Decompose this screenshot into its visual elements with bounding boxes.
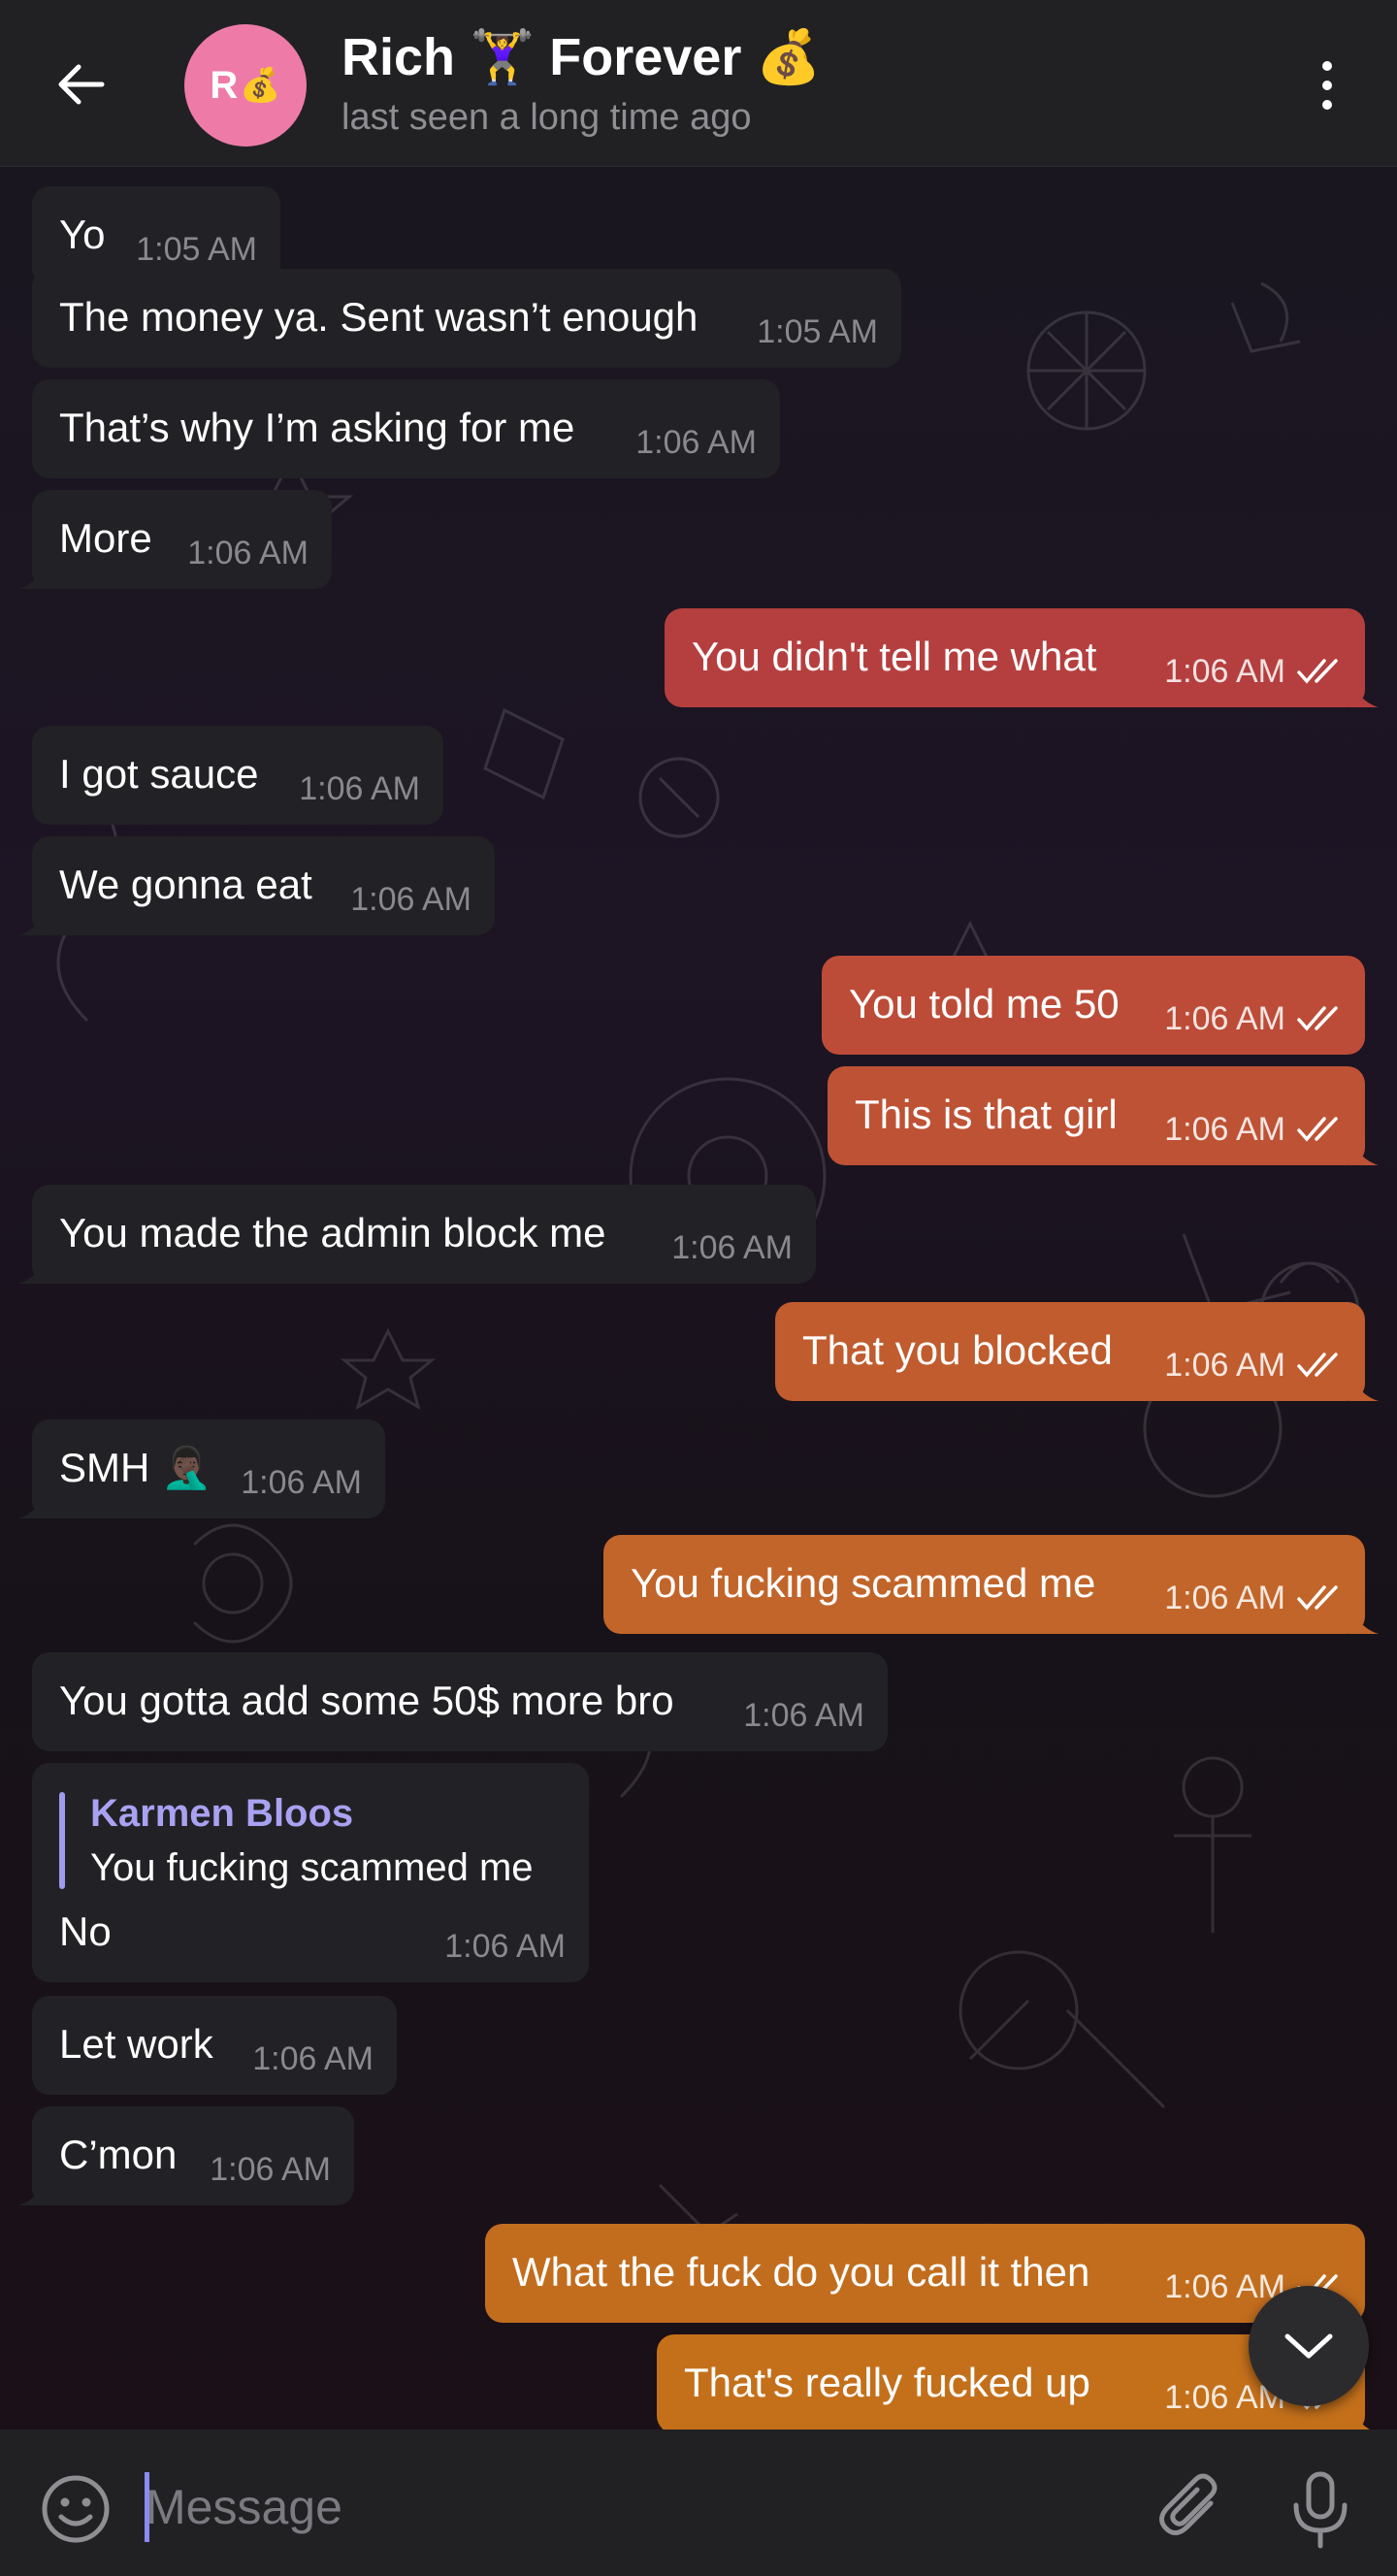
message-bubble-incoming[interactable]: More 1:06 AM	[18, 490, 332, 589]
message-bubble-incoming[interactable]: That’s why I’m asking for me 1:06 AM	[32, 379, 780, 478]
message-text: That you blocked	[802, 1327, 1113, 1373]
chat-title[interactable]: Rich 🏋️‍♀️ Forever 💰	[341, 27, 822, 88]
message-text: Yo	[59, 212, 106, 257]
double-check-icon	[1297, 1585, 1338, 1611]
message-text: Let work	[59, 2021, 213, 2067]
double-check-icon	[1297, 1006, 1338, 1031]
message-text: The money ya. Sent wasn’t enough	[59, 294, 698, 340]
chat-header: R 💰 Rich 🏋️‍♀️ Forever 💰 last seen a long…	[0, 0, 1397, 167]
last-seen-status: last seen a long time ago	[341, 97, 752, 138]
message-text: You fucking scammed me	[631, 1560, 1096, 1606]
message-input[interactable]	[146, 2468, 1116, 2546]
message-time: 1:06 AM	[671, 1229, 793, 1266]
microphone-icon[interactable]	[1286, 2468, 1354, 2552]
message-bubble-incoming[interactable]: I got sauce 1:06 AM	[32, 726, 443, 825]
smile-icon[interactable]	[39, 2472, 113, 2546]
paperclip-icon[interactable]	[1154, 2468, 1232, 2546]
message-time: 1:06 AM	[210, 2151, 331, 2188]
arrow-left-icon	[58, 64, 105, 105]
message-bubble-outgoing[interactable]: You told me 50 1:06 AM	[822, 956, 1365, 1055]
avatar[interactable]: R 💰	[184, 24, 307, 147]
message-text: More	[59, 515, 152, 561]
message-composer	[0, 2429, 1397, 2576]
message-time: 1:06 AM	[1164, 1111, 1285, 1148]
back-button[interactable]	[47, 50, 114, 118]
message-bubble-incoming[interactable]: We gonna eat 1:06 AM	[18, 836, 495, 935]
message-bubble-incoming[interactable]: SMH 🤦🏿‍♂️ 1:06 AM	[18, 1419, 385, 1518]
message-text: We gonna eat	[59, 862, 312, 907]
message-time: 1:06 AM	[635, 424, 757, 461]
message-text: You didn't tell me what	[692, 634, 1097, 679]
double-check-icon	[1297, 659, 1338, 684]
message-bubble-incoming[interactable]: You gotta add some 50$ more bro 1:06 AM	[32, 1652, 888, 1751]
message-bubble-outgoing[interactable]: What the fuck do you call it then 1:06 A…	[485, 2224, 1365, 2323]
message-text: What the fuck do you call it then	[512, 2249, 1090, 2295]
chevron-down-icon	[1284, 2333, 1333, 2359]
message-text: This is that girl	[855, 1092, 1118, 1137]
message-time: 1:06 AM	[350, 881, 471, 918]
message-time: 1:06 AM	[444, 1928, 566, 1965]
message-time: 1:05 AM	[136, 231, 257, 268]
message-bubble-reply[interactable]: Karmen Bloos You fucking scammed me No 1…	[32, 1763, 589, 1982]
double-check-icon	[1297, 1353, 1338, 1378]
message-bubble-incoming[interactable]: You made the admin block me 1:06 AM	[18, 1185, 816, 1284]
reply-text: You fucking scammed me	[90, 1846, 534, 1889]
message-bubble-incoming[interactable]: C’mon 1:06 AM	[18, 2106, 354, 2205]
message-time: 1:06 AM	[299, 770, 420, 807]
message-time: 1:06 AM	[252, 2040, 374, 2077]
message-list[interactable]: Yo 1:05 AM The money ya. Sent wasn’t eno…	[0, 167, 1397, 2429]
avatar-emoji: 💰	[240, 67, 281, 104]
message-time: 1:06 AM	[1164, 1580, 1285, 1616]
reply-accent-bar	[59, 1792, 65, 1889]
scroll-to-bottom-button[interactable]	[1249, 2286, 1369, 2406]
avatar-letter: R	[210, 63, 239, 107]
message-time: 1:06 AM	[187, 535, 309, 571]
message-text: SMH 🤦🏿‍♂️	[59, 1445, 212, 1490]
more-menu-button[interactable]	[1300, 49, 1354, 122]
reply-author: Karmen Bloos	[90, 1792, 354, 1835]
message-time: 1:06 AM	[241, 1464, 362, 1501]
message-bubble-outgoing[interactable]: That you blocked 1:06 AM	[775, 1302, 1379, 1401]
message-text: You told me 50	[849, 981, 1120, 1027]
message-time: 1:06 AM	[1164, 1347, 1285, 1384]
message-bubble-outgoing[interactable]: You fucking scammed me 1:06 AM	[603, 1535, 1379, 1634]
message-bubble-incoming[interactable]: The money ya. Sent wasn’t enough 1:05 AM	[32, 269, 901, 368]
message-text: You gotta add some 50$ more bro	[59, 1678, 674, 1723]
more-vertical-icon	[1322, 61, 1332, 71]
message-bubble-incoming[interactable]: Let work 1:06 AM	[32, 1996, 397, 2095]
message-bubble-outgoing[interactable]: You didn't tell me what 1:06 AM	[665, 608, 1379, 707]
message-time: 1:06 AM	[1164, 1000, 1285, 1037]
message-time: 1:05 AM	[757, 313, 878, 350]
message-text: That's really fucked up	[684, 2360, 1090, 2405]
double-check-icon	[1297, 1117, 1338, 1142]
message-time: 1:06 AM	[743, 1697, 864, 1734]
message-text: C’mon	[59, 2132, 178, 2177]
message-text: I got sauce	[59, 751, 259, 797]
message-text: No	[59, 1908, 112, 1954]
message-text: That’s why I’m asking for me	[59, 405, 575, 450]
message-bubble-outgoing[interactable]: This is that girl 1:06 AM	[828, 1066, 1379, 1165]
message-text: You made the admin block me	[59, 1210, 606, 1255]
message-time: 1:06 AM	[1164, 653, 1285, 690]
